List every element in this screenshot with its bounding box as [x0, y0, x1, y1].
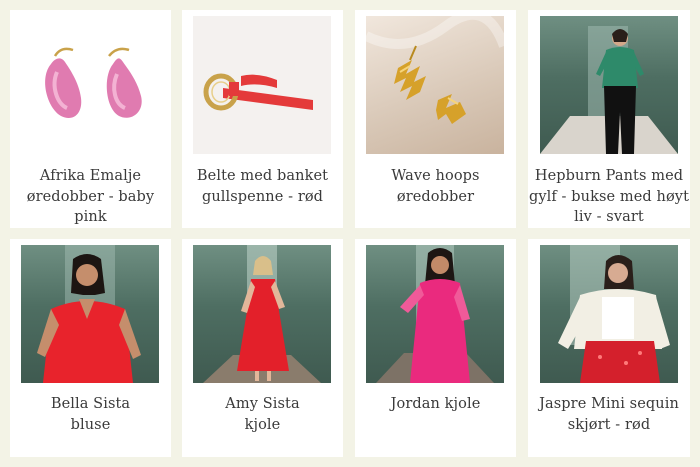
product-card[interactable]: Belte med banket gullspenne - rød — [182, 10, 343, 228]
product-grid: Afrika Emalje øredobber - baby pink Belt… — [0, 0, 700, 467]
product-image[interactable] — [21, 245, 159, 383]
product-title[interactable]: Jaspre Mini sequin skjørt - rød — [528, 394, 690, 435]
product-card[interactable]: Hepburn Pants med gylf - bukse med høyt … — [528, 10, 690, 228]
product-card[interactable]: Wave hoops øredobber — [355, 10, 516, 228]
product-image[interactable] — [193, 245, 331, 383]
product-card[interactable]: Amy Sista kjole — [182, 239, 343, 457]
product-title[interactable]: Jordan kjole — [355, 394, 516, 415]
product-image[interactable] — [366, 16, 504, 154]
product-card[interactable]: Jaspre Mini sequin skjørt - rød — [528, 239, 690, 457]
product-title[interactable]: Hepburn Pants med gylf - bukse med høyt … — [528, 166, 690, 228]
product-image[interactable] — [193, 16, 331, 154]
product-image[interactable] — [366, 245, 504, 383]
product-title[interactable]: Wave hoops øredobber — [355, 166, 516, 207]
product-title[interactable]: Belte med banket gullspenne - rød — [182, 166, 343, 207]
product-card[interactable]: Afrika Emalje øredobber - baby pink — [10, 10, 171, 228]
product-title[interactable]: Afrika Emalje øredobber - baby pink — [10, 166, 171, 228]
product-card[interactable]: Bella Sista bluse — [10, 239, 171, 457]
product-image[interactable] — [540, 245, 678, 383]
product-card[interactable]: Jordan kjole — [355, 239, 516, 457]
product-title[interactable]: Amy Sista kjole — [182, 394, 343, 435]
product-image[interactable] — [21, 16, 159, 154]
product-image[interactable] — [540, 16, 678, 154]
product-title[interactable]: Bella Sista bluse — [10, 394, 171, 435]
